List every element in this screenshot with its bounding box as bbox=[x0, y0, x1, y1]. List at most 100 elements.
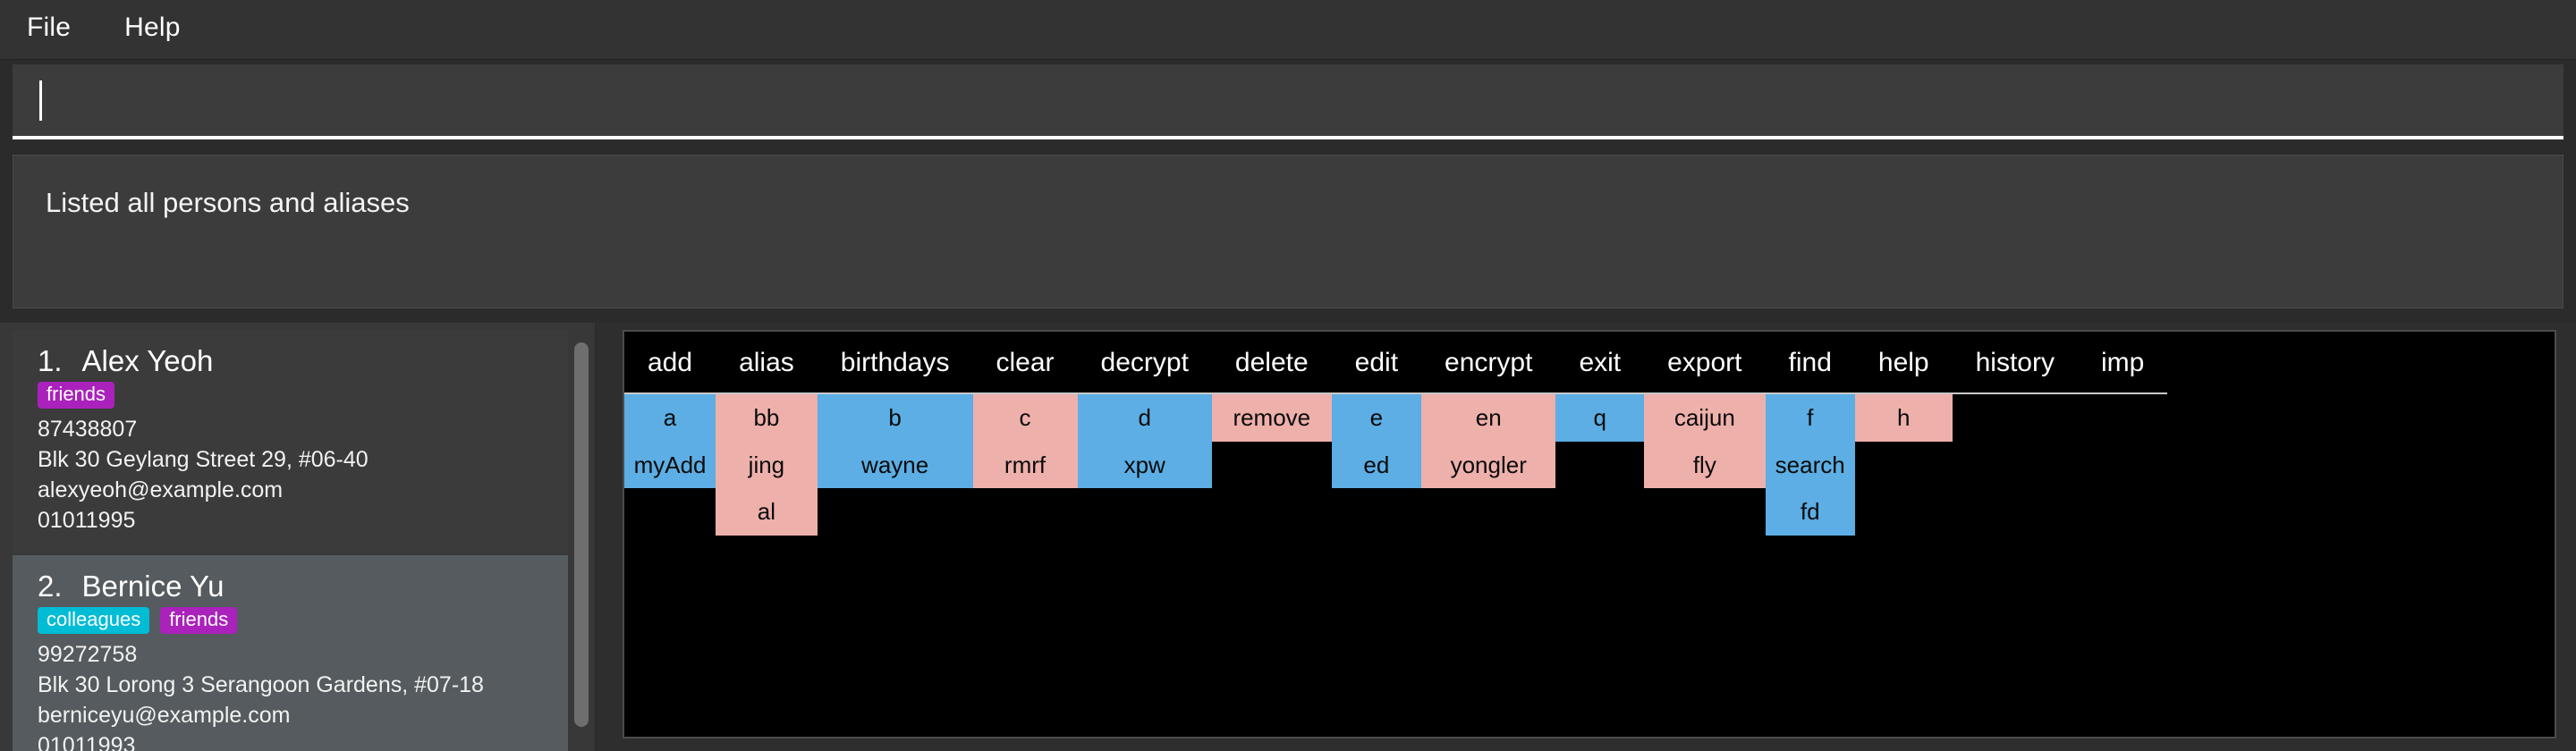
alias-table-cells: b wayne bbox=[817, 394, 973, 489]
alias-table-column: find f search fd bbox=[1765, 332, 1855, 536]
alias-table-cells: f search fd bbox=[1765, 394, 1855, 536]
alias-cell[interactable]: b bbox=[817, 394, 973, 442]
alias-table-column: help h bbox=[1854, 332, 1953, 442]
alias-table-header[interactable]: encrypt bbox=[1421, 332, 1556, 394]
alias-table: add a myAdd alias bb jing al birthdays b wayne cle… bbox=[624, 332, 2555, 737]
alias-cell[interactable]: yongler bbox=[1421, 441, 1556, 489]
alias-cell[interactable]: rmrf bbox=[972, 441, 1078, 489]
alias-table-header[interactable]: help bbox=[1854, 332, 1953, 394]
alias-table-cells: en yongler bbox=[1421, 394, 1556, 489]
text-caret-icon bbox=[39, 80, 42, 121]
alias-cell[interactable]: e bbox=[1331, 394, 1422, 442]
person-index: 1. bbox=[38, 344, 63, 377]
alias-table-header[interactable]: delete bbox=[1211, 332, 1332, 394]
alias-table-column: imp bbox=[2077, 332, 2168, 394]
alias-table-header[interactable]: clear bbox=[972, 332, 1078, 394]
person-name: Alex Yeoh bbox=[81, 344, 214, 377]
alias-table-column: decrypt d xpw bbox=[1077, 332, 1212, 489]
alias-cell[interactable]: caijun bbox=[1644, 394, 1766, 442]
alias-table-frame: add a myAdd alias bb jing al birthdays b wayne cle… bbox=[623, 330, 2556, 738]
alias-table-panel: add a myAdd alias bb jing al birthdays b wayne cle… bbox=[596, 323, 2576, 751]
alias-cell[interactable]: myAdd bbox=[624, 441, 716, 489]
alias-table-column: alias bb jing al bbox=[716, 332, 818, 536]
result-display-text: Listed all persons and aliases bbox=[46, 187, 410, 218]
alias-table-column: clear c rmrf bbox=[972, 332, 1078, 489]
alias-cell[interactable]: en bbox=[1421, 394, 1556, 442]
application-window: File Help Listed all persons and aliases… bbox=[0, 0, 2576, 751]
person-phone: 87438807 bbox=[38, 417, 138, 442]
person-name-row: 2. Bernice Yu bbox=[38, 570, 550, 603]
person-name: Bernice Yu bbox=[81, 570, 225, 603]
alias-table-column: birthdays b wayne bbox=[817, 332, 973, 489]
person-list-panel: 1. Alex Yeoh friends 87438807 Blk 30 Geylang… bbox=[0, 323, 596, 751]
alias-cell[interactable]: q bbox=[1555, 394, 1645, 442]
alias-table-column: delete remove bbox=[1211, 332, 1332, 442]
tag-badge: friends bbox=[38, 382, 115, 409]
alias-cell[interactable]: xpw bbox=[1077, 441, 1212, 489]
scrollbar-track[interactable] bbox=[574, 332, 589, 742]
alias-table-header[interactable]: exit bbox=[1555, 332, 1645, 394]
result-display-container: Listed all persons and aliases bbox=[0, 142, 2576, 317]
person-tag-row: colleagues friends bbox=[38, 607, 550, 634]
alias-table-header[interactable]: imp bbox=[2077, 332, 2168, 394]
alias-table-column: history bbox=[1952, 332, 2078, 394]
alias-cell[interactable]: remove bbox=[1211, 394, 1332, 442]
person-card[interactable]: 1. Alex Yeoh friends 87438807 Blk 30 Geylang… bbox=[13, 330, 568, 553]
alias-table-header[interactable]: birthdays bbox=[817, 332, 973, 394]
alias-table-header[interactable]: edit bbox=[1331, 332, 1422, 394]
alias-table-cells: q bbox=[1555, 394, 1645, 442]
alias-cell[interactable]: search bbox=[1765, 441, 1855, 489]
tag-badge: friends bbox=[160, 607, 238, 634]
person-email: berniceyu@example.com bbox=[38, 703, 291, 728]
alias-table-column: exit q bbox=[1555, 332, 1645, 442]
alias-cell[interactable]: bb bbox=[716, 394, 818, 442]
alias-table-header[interactable]: add bbox=[624, 332, 716, 394]
alias-cell[interactable]: a bbox=[624, 394, 716, 442]
person-email: alexyeoh@example.com bbox=[38, 477, 284, 502]
menu-help[interactable]: Help bbox=[121, 9, 200, 50]
person-address: Blk 30 Geylang Street 29, #06-40 bbox=[38, 447, 369, 472]
person-name-row: 1. Alex Yeoh bbox=[38, 344, 550, 378]
person-card[interactable]: 2. Bernice Yu colleagues friends 99272758 Blk… bbox=[13, 555, 568, 751]
alias-cell[interactable]: f bbox=[1765, 394, 1855, 442]
alias-table-header[interactable]: alias bbox=[716, 332, 818, 394]
alias-table-cells: a myAdd bbox=[624, 394, 716, 489]
alias-cell[interactable]: fly bbox=[1644, 441, 1766, 489]
alias-cell[interactable]: al bbox=[716, 488, 818, 536]
person-birthday: 01011993 bbox=[38, 733, 136, 751]
alias-cell[interactable]: c bbox=[972, 394, 1078, 442]
person-list-scrollbar[interactable] bbox=[568, 323, 595, 751]
scrollbar-thumb[interactable] bbox=[574, 342, 589, 727]
alias-cell[interactable]: fd bbox=[1765, 488, 1855, 536]
person-tag-row: friends bbox=[38, 382, 550, 409]
tag-badge: colleagues bbox=[38, 607, 150, 634]
result-display: Listed all persons and aliases bbox=[13, 155, 2563, 308]
alias-table-column: add a myAdd bbox=[624, 332, 716, 489]
alias-table-column: encrypt en yongler bbox=[1421, 332, 1556, 489]
command-box-container bbox=[0, 59, 2576, 142]
alias-cell[interactable]: ed bbox=[1331, 441, 1422, 489]
alias-table-header[interactable]: find bbox=[1765, 332, 1855, 394]
person-address: Blk 30 Lorong 3 Serangoon Gardens, #07-1… bbox=[38, 672, 484, 697]
command-input[interactable] bbox=[13, 64, 2563, 139]
alias-cell[interactable]: d bbox=[1077, 394, 1212, 442]
alias-cell[interactable]: jing bbox=[716, 441, 818, 489]
alias-table-header[interactable]: history bbox=[1952, 332, 2078, 394]
person-phone: 99272758 bbox=[38, 642, 138, 667]
alias-cell[interactable]: wayne bbox=[817, 441, 973, 489]
alias-table-cells: c rmrf bbox=[972, 394, 1078, 489]
alias-table-cells: e ed bbox=[1331, 394, 1422, 489]
main-content: 1. Alex Yeoh friends 87438807 Blk 30 Geylang… bbox=[0, 317, 2576, 751]
menu-file[interactable]: File bbox=[23, 9, 90, 50]
person-list: 1. Alex Yeoh friends 87438807 Blk 30 Geylang… bbox=[0, 323, 568, 751]
menu-bar: File Help bbox=[0, 0, 2576, 59]
person-birthday: 01011995 bbox=[38, 508, 136, 533]
alias-table-cells: remove bbox=[1211, 394, 1332, 442]
alias-table-header[interactable]: decrypt bbox=[1077, 332, 1212, 394]
alias-table-cells: bb jing al bbox=[716, 394, 818, 536]
alias-table-header[interactable]: export bbox=[1644, 332, 1766, 394]
alias-cell[interactable]: h bbox=[1854, 394, 1953, 442]
alias-table-cells: h bbox=[1854, 394, 1953, 442]
alias-table-column: edit e ed bbox=[1331, 332, 1422, 489]
alias-table-column: export caijun fly bbox=[1644, 332, 1766, 489]
